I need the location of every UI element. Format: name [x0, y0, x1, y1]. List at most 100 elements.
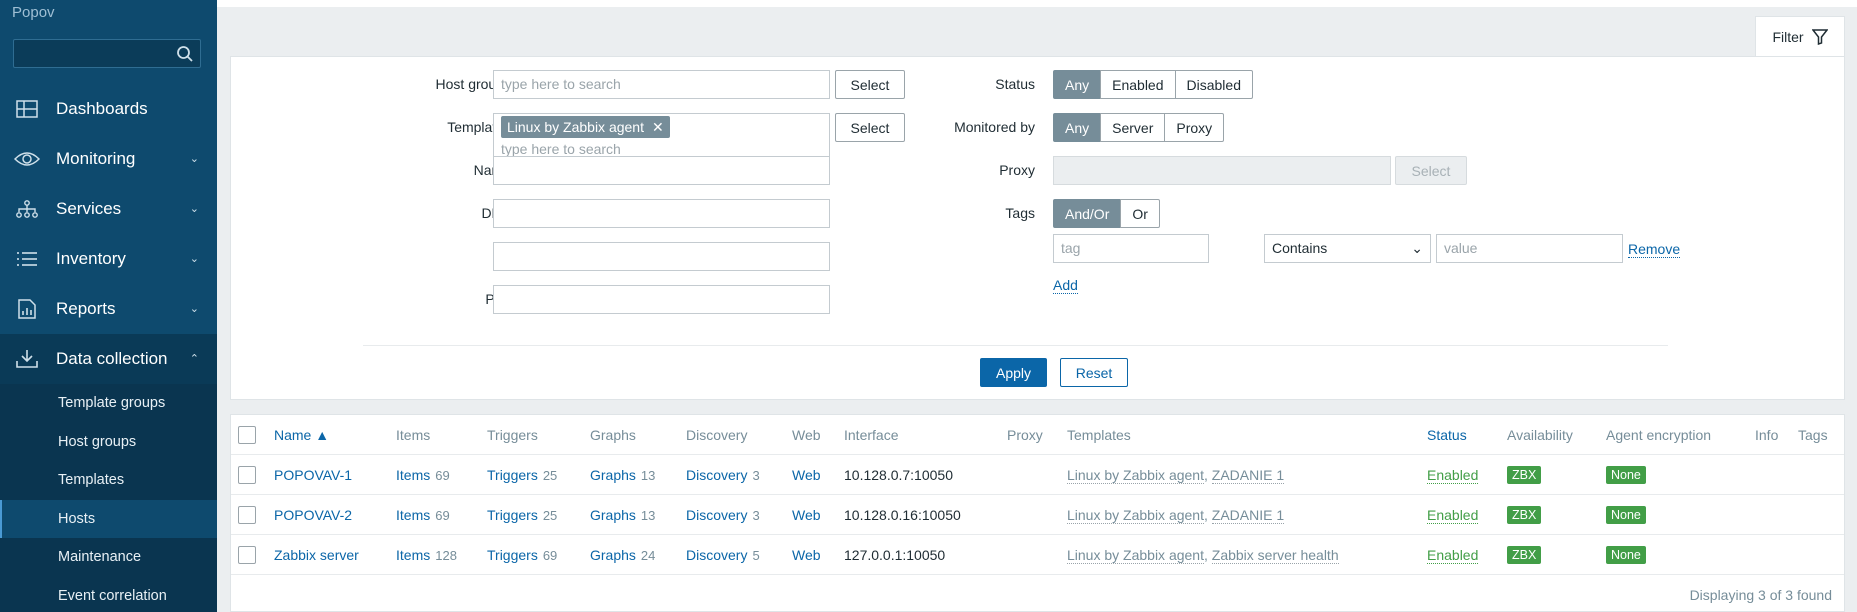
col-discovery: Discovery [686, 427, 748, 443]
row-select-cell [238, 535, 256, 575]
subnav-event-correlation[interactable]: Event correlation [0, 577, 217, 612]
monitored-server-option[interactable]: Server [1100, 113, 1166, 142]
filter-tab[interactable]: Filter [1755, 16, 1845, 56]
graphs-link[interactable]: Graphs [590, 507, 636, 523]
template-link[interactable]: Linux by Zabbix agent [1067, 507, 1204, 524]
status-toggle[interactable]: Enabled [1427, 547, 1479, 564]
tag-operator-select[interactable]: Contains ⌄ [1264, 234, 1431, 263]
host-name-link[interactable]: Zabbix server [274, 535, 359, 575]
graphs-count: 13 [640, 467, 656, 483]
subnav-host-groups[interactable]: Host groups [0, 423, 217, 462]
ip-input[interactable] [493, 242, 830, 271]
list-icon [14, 248, 40, 270]
web-link[interactable]: Web [792, 535, 821, 575]
tags-or-option[interactable]: Or [1120, 199, 1160, 228]
col-items: Items [396, 427, 431, 443]
table-row: POPOVAV-1 Items 69 Triggers 25 Graphs 13 Di… [231, 455, 1844, 495]
name-label: Name [351, 162, 511, 178]
tags-andor-option[interactable]: And/Or [1053, 199, 1122, 228]
tag-value-input[interactable]: value [1436, 234, 1623, 263]
nav-dashboards[interactable]: Dashboards [0, 84, 217, 134]
col-triggers: Triggers [487, 427, 538, 443]
web-link[interactable]: Web [792, 495, 821, 535]
row-select-cell [238, 455, 256, 495]
row-checkbox[interactable] [238, 506, 256, 524]
monitored-by-segmented: Any Server Proxy [1053, 113, 1225, 142]
filter-divider [363, 345, 1668, 346]
sidebar: Popov Dashboards Monitoring ⌄ Services ⌄… [0, 0, 217, 612]
add-tag-link[interactable]: Add [1053, 277, 1078, 294]
nav-services[interactable]: Services ⌄ [0, 184, 217, 234]
tags-label: Tags [1005, 205, 1035, 221]
table-row: Zabbix server Items 128 Triggers 69 Graphs… [231, 535, 1844, 575]
template-link[interactable]: Linux by Zabbix agent [1067, 467, 1204, 484]
port-input[interactable] [493, 285, 830, 314]
graphs-link[interactable]: Graphs [590, 467, 636, 483]
encryption-cell: None [1606, 455, 1646, 495]
templates-search-placeholder[interactable]: type here to search [501, 141, 822, 157]
host-groups-input[interactable]: type here to search [493, 70, 830, 99]
row-checkbox[interactable] [238, 466, 256, 484]
status-disabled-option[interactable]: Disabled [1174, 70, 1253, 99]
monitored-any-option[interactable]: Any [1053, 113, 1102, 142]
items-cell: Items 69 [396, 495, 450, 535]
table-footer: Displaying 3 of 3 found [1689, 587, 1832, 603]
subnav-maintenance[interactable]: Maintenance [0, 538, 217, 577]
subnav-templates[interactable]: Templates [0, 461, 217, 500]
dns-input[interactable] [493, 199, 830, 228]
row-checkbox[interactable] [238, 546, 256, 564]
web-link[interactable]: Web [792, 455, 821, 495]
items-link[interactable]: Items [396, 507, 430, 523]
discovery-count: 3 [752, 467, 760, 483]
chevron-down-icon: ⌄ [189, 153, 199, 165]
status-enabled-option[interactable]: Enabled [1100, 70, 1176, 99]
search-icon[interactable] [176, 45, 194, 63]
nav-data-collection[interactable]: Data collection ⌃ [0, 334, 217, 384]
template-link[interactable]: ZADANIE 1 [1211, 507, 1285, 524]
graphs-cell: Graphs 13 [590, 455, 655, 495]
triggers-link[interactable]: Triggers [487, 467, 538, 483]
subnav-template-groups[interactable]: Template groups [0, 384, 217, 423]
template-link[interactable]: Linux by Zabbix agent [1067, 547, 1204, 564]
status-toggle[interactable]: Enabled [1427, 467, 1479, 484]
host-name-link[interactable]: POPOVAV-2 [274, 495, 352, 535]
template-link[interactable]: Zabbix server health [1211, 547, 1339, 564]
monitored-proxy-option[interactable]: Proxy [1164, 113, 1225, 142]
discovery-link[interactable]: Discovery [686, 467, 747, 483]
items-link[interactable]: Items [396, 467, 430, 483]
apply-button[interactable]: Apply [980, 358, 1047, 387]
nav-inventory[interactable]: Inventory ⌄ [0, 234, 217, 284]
close-icon[interactable]: ✕ [652, 119, 664, 136]
discovery-link[interactable]: Discovery [686, 507, 747, 523]
subnav-hosts[interactable]: Hosts [0, 499, 217, 538]
data-collection-subnav: Template groups Host groups Templates Ho… [0, 384, 217, 612]
status-toggle[interactable]: Enabled [1427, 507, 1479, 524]
template-separator: , [1203, 467, 1212, 483]
triggers-link[interactable]: Triggers [487, 547, 538, 563]
discovery-count: 5 [752, 547, 760, 563]
status-any-option[interactable]: Any [1053, 70, 1102, 99]
nav-reports[interactable]: Reports ⌄ [0, 284, 217, 334]
tag-input[interactable]: tag [1053, 234, 1209, 263]
sidebar-search-input[interactable] [13, 39, 201, 68]
col-availability: Availability [1507, 427, 1573, 443]
name-input[interactable] [493, 156, 830, 185]
discovery-link[interactable]: Discovery [686, 547, 747, 563]
template-link[interactable]: ZADANIE 1 [1211, 467, 1285, 484]
col-tags: Tags [1798, 427, 1828, 443]
availability-cell: ZBX [1507, 495, 1542, 535]
graphs-link[interactable]: Graphs [590, 547, 636, 563]
col-name[interactable]: Name ▲ [274, 415, 329, 455]
host-name-link[interactable]: POPOVAV-1 [274, 455, 352, 495]
triggers-link[interactable]: Triggers [487, 507, 538, 523]
items-link[interactable]: Items [396, 547, 430, 563]
col-status[interactable]: Status [1427, 415, 1467, 455]
remove-tag-link[interactable]: Remove [1628, 241, 1681, 258]
reset-button[interactable]: Reset [1060, 358, 1128, 387]
nav-label: Services [56, 199, 122, 218]
select-all-checkbox[interactable] [238, 426, 256, 444]
graphs-count: 24 [640, 547, 656, 563]
nav-monitoring[interactable]: Monitoring ⌄ [0, 134, 217, 184]
status-cell: Enabled [1427, 495, 1479, 535]
col-interface[interactable]: Interface [844, 415, 898, 455]
